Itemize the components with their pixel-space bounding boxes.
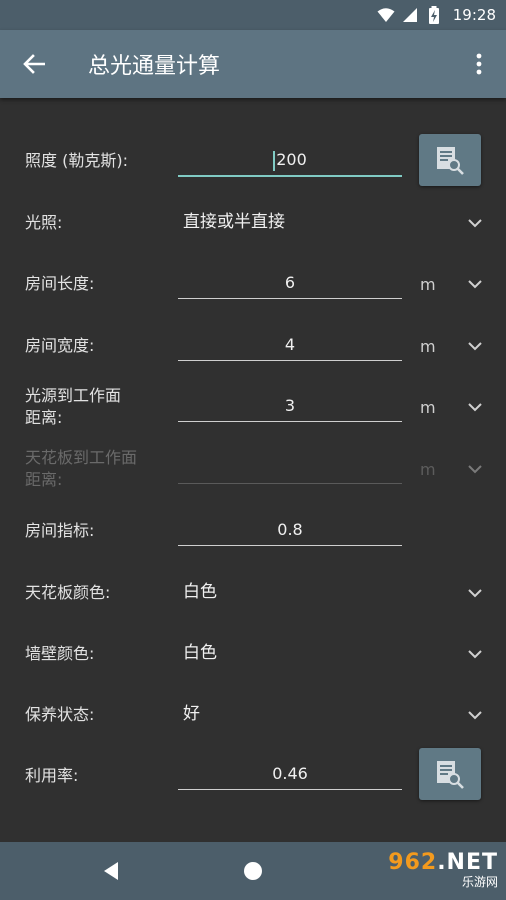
arrow-left-icon — [23, 54, 45, 74]
ceiling-color-dropdown[interactable] — [466, 584, 484, 602]
chevron-down-icon — [468, 280, 482, 289]
ceiling-to-workplane-unit-dropdown — [466, 460, 484, 478]
text-cursor — [273, 150, 276, 171]
room-index-input[interactable]: 0.8 — [178, 515, 402, 546]
utilization-label: 利用率: — [25, 766, 79, 785]
chevron-down-icon — [468, 219, 482, 228]
ceiling-to-workplane-label: 天花板到工作面 距离: — [25, 447, 137, 491]
ceiling-to-workplane-unit: m — [420, 460, 436, 479]
watermark-line2: 乐游网 — [461, 875, 498, 889]
search-document-icon — [437, 761, 464, 789]
source-to-workplane-unit[interactable]: m — [420, 397, 436, 419]
illuminance-value: 200 — [276, 150, 307, 169]
watermark-logo: 962.NET 乐游网 — [368, 850, 498, 894]
source-to-workplane-label-line2: 距离: — [25, 408, 63, 427]
back-button[interactable] — [14, 44, 54, 84]
lighting-dropdown[interactable] — [466, 214, 484, 232]
chevron-down-icon — [468, 589, 482, 598]
chevron-down-icon — [468, 650, 482, 659]
maintenance-label: 保养状态: — [25, 705, 95, 724]
ceiling-to-workplane-label-line2: 距离: — [25, 470, 63, 489]
maintenance-select[interactable]: 好 — [183, 702, 200, 726]
room-width-label: 房间宽度: — [25, 336, 95, 355]
ceiling-color-label: 天花板颜色: — [25, 583, 111, 602]
lighting-label: 光照: — [25, 213, 63, 232]
triangle-back-icon — [104, 862, 118, 880]
battery-charging-icon — [425, 6, 443, 24]
app-bar: 总光通量计算 — [0, 30, 506, 98]
room-width-input[interactable]: 4 — [178, 330, 402, 361]
nav-back-button[interactable] — [96, 856, 126, 886]
page-title: 总光通量计算 — [88, 54, 221, 79]
status-bar: 19:28 — [0, 0, 506, 30]
wifi-icon — [377, 6, 395, 24]
lighting-select[interactable]: 直接或半直接 — [183, 210, 285, 234]
room-width-unit[interactable]: m — [420, 336, 436, 358]
ceiling-to-workplane-label-line1: 天花板到工作面 — [25, 448, 138, 467]
chevron-down-icon — [468, 711, 482, 720]
illuminance-input[interactable]: 200 — [178, 145, 402, 177]
utilization-lookup-button[interactable] — [419, 748, 481, 800]
circle-home-icon — [244, 862, 262, 880]
ceiling-to-workplane-input — [178, 453, 402, 484]
search-document-icon — [437, 147, 464, 175]
watermark-line1: 962.NET — [388, 850, 498, 875]
utilization-input[interactable]: 0.46 — [178, 759, 402, 790]
wall-color-label: 墙壁颜色: — [25, 644, 95, 663]
chevron-down-icon — [468, 465, 482, 474]
illuminance-lookup-button[interactable] — [419, 134, 481, 186]
ceiling-color-select[interactable]: 白色 — [183, 580, 217, 604]
source-to-workplane-label: 光源到工作面 距离: — [25, 385, 121, 429]
room-length-label: 房间长度: — [25, 274, 95, 293]
room-length-input[interactable]: 6 — [178, 268, 402, 299]
nav-home-button[interactable] — [238, 856, 268, 886]
chevron-down-icon — [468, 403, 482, 412]
room-length-unit[interactable]: m — [420, 274, 436, 296]
room-width-unit-dropdown[interactable] — [466, 337, 484, 355]
source-to-workplane-label-line1: 光源到工作面 — [25, 386, 122, 405]
source-to-workplane-input[interactable]: 3 — [178, 391, 402, 422]
wall-color-select[interactable]: 白色 — [183, 641, 217, 665]
room-index-label: 房间指标: — [25, 521, 95, 540]
more-vert-icon — [476, 53, 482, 75]
maintenance-dropdown[interactable] — [466, 706, 484, 724]
source-to-workplane-unit-dropdown[interactable] — [466, 398, 484, 416]
clock: 19:28 — [452, 6, 496, 24]
signal-icon — [401, 6, 419, 24]
overflow-menu-button[interactable] — [464, 44, 494, 84]
room-length-unit-dropdown[interactable] — [466, 275, 484, 293]
illuminance-label: 照度 (勒克斯): — [25, 151, 128, 170]
wall-color-dropdown[interactable] — [466, 645, 484, 663]
chevron-down-icon — [468, 342, 482, 351]
